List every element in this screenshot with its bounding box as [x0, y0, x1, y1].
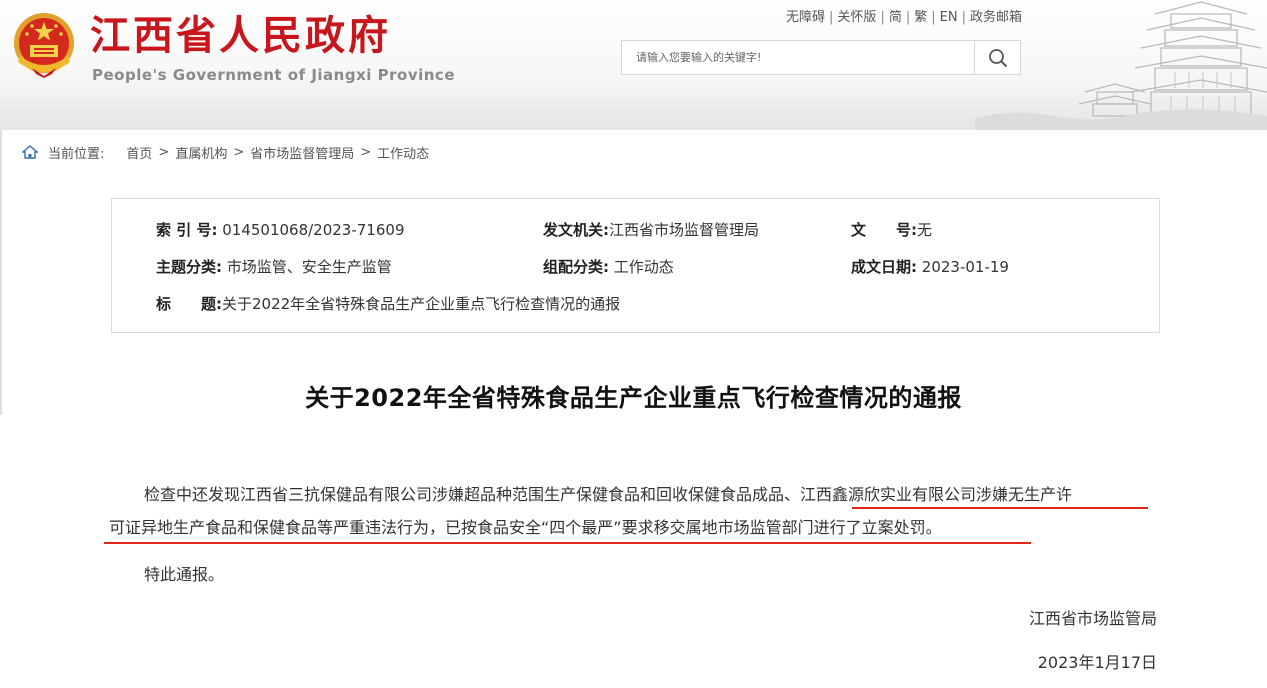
home-icon: [22, 145, 38, 159]
separator: |: [961, 10, 966, 25]
article-signature: 江西省市场监管局: [1028, 609, 1157, 628]
topic-value: 市场监管、安全生产监管: [226, 258, 392, 276]
separator: |: [829, 10, 834, 25]
article-date: 2023年1月17日: [1037, 653, 1157, 672]
separator: |: [880, 10, 885, 25]
national-emblem-icon: [14, 13, 74, 78]
topic-field: 主题分类: 市场监管、安全生产监管: [156, 257, 392, 277]
breadcrumb-work-news-link[interactable]: 工作动态: [377, 143, 429, 162]
category-label: 组配分类:: [543, 258, 609, 276]
accessibility-link[interactable]: 无障碍: [786, 10, 825, 25]
site-subtitle: People's Government of Jiangxi Province: [92, 66, 455, 84]
title-label: 标 题:: [156, 295, 222, 313]
doc-number-label: 文 号:: [851, 221, 917, 239]
title-value: 关于2022年全省特殊食品生产企业重点飞行检查情况的通报: [222, 295, 621, 313]
category-field: 组配分类: 工作动态: [543, 257, 674, 277]
article-closing: 特此通报。: [144, 565, 225, 584]
breadcrumb-direct-agencies-link[interactable]: 直属机构: [175, 143, 227, 162]
article-paragraph-line-2: 可证异地生产食品和保健食品等严重违法行为，已按食品安全“四个最严”要求移交属地市…: [109, 518, 942, 537]
highlight-underline-1: [852, 507, 1148, 509]
breadcrumb-home-link[interactable]: 首页: [126, 143, 152, 162]
index-number-value: 014501068/2023-71609: [222, 221, 405, 239]
simplified-link[interactable]: 简: [889, 10, 902, 25]
pagoda-illustration: [975, 1, 1267, 130]
breadcrumb: 当前位置: 首页 > 直属机构 > 省市场监督管理局 > 工作动态: [22, 143, 429, 162]
date-field: 成文日期: 2023-01-19: [851, 257, 1009, 277]
doc-number-value: 无: [917, 221, 933, 239]
highlight-underline-2: [104, 542, 1031, 544]
article-paragraph-line-1: 检查中还发现江西省三抗保健品有限公司涉嫌超品种范围生产保健食品和回收保健食品成品…: [144, 485, 1073, 504]
issuer-value: 江西省市场监督管理局: [609, 221, 760, 239]
elder-mode-link[interactable]: 关怀版: [837, 10, 876, 25]
title-field: 标 题:关于2022年全省特殊食品生产企业重点飞行检查情况的通报: [156, 294, 620, 314]
breadcrumb-label: 当前位置:: [48, 146, 105, 162]
issuer-label: 发文机关:: [543, 221, 609, 239]
english-link[interactable]: EN: [940, 10, 958, 25]
document-info-box: 索 引 号: 014501068/2023-71609 发文机关:江西省市场监督…: [111, 198, 1160, 333]
search-box: [621, 40, 1021, 75]
issuer-field: 发文机关:江西省市场监督管理局: [543, 220, 759, 240]
content-left-border: [0, 130, 2, 415]
category-value: 工作动态: [613, 258, 674, 276]
date-value: 2023-01-19: [921, 258, 1009, 276]
site-title: 江西省人民政府: [90, 13, 391, 59]
breadcrumb-market-bureau-link[interactable]: 省市场监督管理局: [250, 143, 354, 162]
article-title: 关于2022年全省特殊食品生产企业重点飞行检查情况的通报: [305, 384, 962, 412]
breadcrumb-separator: >: [360, 144, 372, 160]
traditional-link[interactable]: 繁: [914, 10, 927, 25]
breadcrumb-separator: >: [233, 144, 245, 160]
topic-label: 主题分类:: [156, 258, 222, 276]
doc-number-field: 文 号:无: [851, 220, 932, 240]
breadcrumb-separator: >: [158, 144, 170, 160]
index-number-field: 索 引 号: 014501068/2023-71609: [156, 220, 404, 240]
search-input[interactable]: [622, 41, 976, 74]
separator: |: [931, 10, 936, 25]
site-header: 江西省人民政府 People's Government of Jiangxi P…: [0, 0, 1267, 130]
date-label: 成文日期:: [851, 258, 917, 276]
index-number-label: 索 引 号:: [156, 221, 218, 239]
separator: |: [905, 10, 911, 25]
